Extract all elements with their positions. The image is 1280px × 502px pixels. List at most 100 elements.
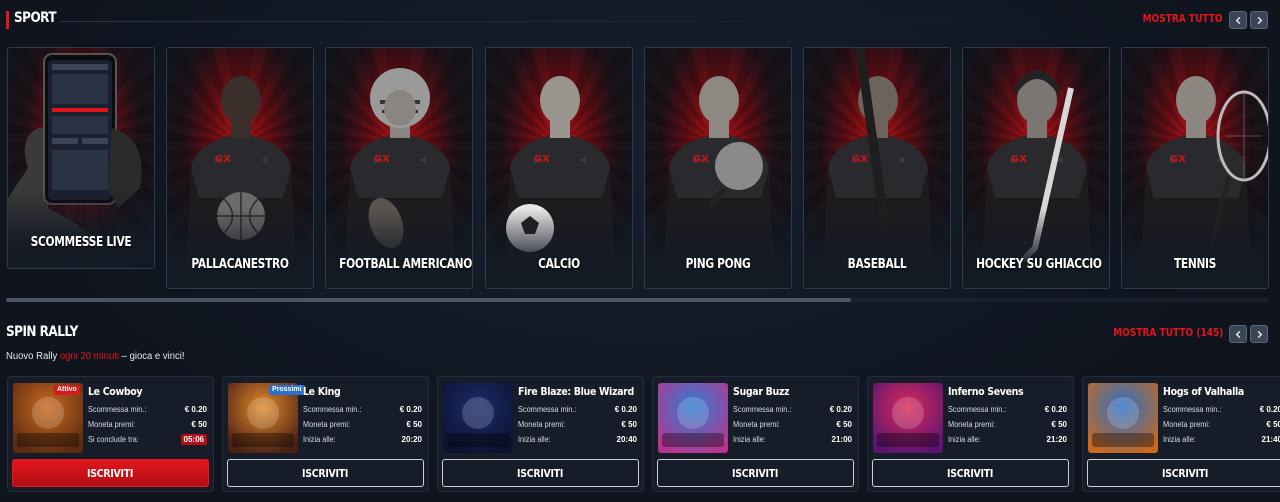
svg-text:GX: GX — [693, 154, 709, 165]
card-fade — [804, 208, 950, 288]
divider — [60, 21, 1160, 22]
sport-header: SPORT MOSTRA TUTTO — [0, 8, 1280, 34]
svg-text:GX: GX — [534, 154, 550, 165]
rally-info-value: € 0.20 — [1259, 405, 1280, 414]
sport-card[interactable]: GX CALCIO — [485, 47, 633, 289]
rally-info-row: Moneta premi: € 50 — [733, 419, 852, 430]
game-thumbnail[interactable] — [873, 383, 943, 453]
rally-info-key: Inizia alle: — [948, 435, 981, 444]
rally-info-key: Moneta premi: — [518, 420, 566, 429]
chevron-right-icon — [1257, 330, 1262, 338]
game-thumbnail[interactable] — [658, 383, 728, 453]
rally-status-badge: Prossimi — [269, 385, 305, 395]
game-title: Hogs of Valhalla — [1163, 385, 1244, 398]
sport-next-button[interactable] — [1250, 11, 1268, 29]
sport-card[interactable]: GX PING PONG — [644, 47, 792, 289]
rally-info-row: Si conclude tra: 05:06 — [88, 434, 207, 445]
game-thumbnail[interactable] — [1088, 383, 1158, 453]
join-rally-button[interactable]: ISCRIVITI — [442, 459, 639, 487]
join-rally-label: ISCRIVITI — [302, 466, 349, 480]
rally-info-row: Inizia alle: 21:00 — [733, 434, 852, 445]
rally-info-key: Moneta premi: — [733, 420, 781, 429]
game-thumbnail[interactable] — [443, 383, 513, 453]
spin-rally-title: SPIN RALLY — [6, 324, 78, 340]
rally-info-key: Moneta premi: — [303, 420, 351, 429]
rally-info-key: Inizia alle: — [1163, 435, 1196, 444]
rally-info-row: Scommessa min.: € 0.20 — [1163, 404, 1280, 415]
rally-info-row: Scommessa min.: € 0.20 — [948, 404, 1067, 415]
rally-info-row: Moneta premi: € 50 — [1163, 419, 1280, 430]
rally-info-key: Scommessa min.: — [733, 405, 792, 414]
subtitle-text-end: – gioca e vinci! — [119, 351, 185, 362]
rally-info-value: € 0.20 — [829, 405, 852, 414]
join-rally-button[interactable]: ISCRIVITI — [227, 459, 424, 487]
rally-info-value: € 50 — [836, 420, 852, 429]
rally-info-row: Inizia alle: 20:40 — [518, 434, 637, 445]
svg-text:GX: GX — [215, 154, 231, 165]
spin-prev-button[interactable] — [1229, 325, 1247, 343]
sport-card-label: PING PONG — [685, 257, 751, 272]
join-rally-label: ISCRIVITI — [517, 466, 564, 480]
rally-info-key: Moneta premi: — [948, 420, 996, 429]
rally-info-row: Moneta premi: € 50 — [948, 419, 1067, 430]
join-rally-label: ISCRIVITI — [87, 466, 134, 480]
rally-info-value: € 0.20 — [1044, 405, 1067, 414]
rally-info-row: Moneta premi: € 50 — [303, 419, 422, 430]
sport-prev-button[interactable] — [1229, 11, 1247, 29]
game-title: Le King — [303, 385, 341, 398]
join-rally-button[interactable]: ISCRIVITI — [1087, 459, 1280, 487]
subtitle-text: Nuovo Rally — [6, 351, 60, 362]
game-art — [1092, 397, 1154, 447]
rally-info-row: Inizia alle: 21:20 — [948, 434, 1067, 445]
game-title: Le Cowboy — [88, 385, 143, 398]
join-rally-button[interactable]: ISCRIVITI — [872, 459, 1069, 487]
join-rally-button[interactable]: ISCRIVITI — [12, 459, 209, 487]
rally-card: Fire Blaze: Blue Wizard Scommessa min.: … — [437, 376, 644, 492]
game-title: Inferno Sevens — [948, 385, 1024, 398]
sport-show-all-link[interactable]: MOSTRA TUTTO — [1143, 12, 1223, 25]
spin-next-button[interactable] — [1250, 325, 1268, 343]
svg-text:GX: GX — [1011, 154, 1027, 165]
rally-info-key: Scommessa min.: — [303, 405, 362, 414]
carousel-scrollbar[interactable] — [6, 298, 1268, 302]
game-art — [877, 397, 939, 447]
join-rally-button[interactable]: ISCRIVITI — [657, 459, 854, 487]
sport-card[interactable]: GX TENNIS — [1121, 47, 1269, 289]
rally-info-key: Scommessa min.: — [1163, 405, 1222, 414]
rally-info-value: 20:20 — [401, 435, 422, 444]
rally-info-key: Scommessa min.: — [948, 405, 1007, 414]
rally-info-key: Si conclude tra: — [88, 435, 139, 444]
section-accent-bar — [6, 11, 9, 29]
svg-text:GX: GX — [852, 154, 868, 165]
rally-info-value: 20:40 — [616, 435, 637, 444]
rally-info-key: Inizia alle: — [733, 435, 766, 444]
svg-text:GX: GX — [374, 154, 390, 165]
rally-card: Attivo Le Cowboy Scommessa min.: € 0.20 … — [7, 376, 214, 492]
rally-info-value: € 50 — [406, 420, 422, 429]
game-art — [447, 397, 509, 447]
rally-info-value: € 50 — [191, 420, 207, 429]
rally-info-value: € 0.20 — [399, 405, 422, 414]
sport-card-label: SCOMMESSE LIVE — [30, 235, 132, 250]
rally-info-key: Scommessa min.: — [518, 405, 577, 414]
sport-card-label: PALLACANESTRO — [191, 257, 289, 272]
card-fade — [167, 208, 313, 288]
join-rally-label: ISCRIVITI — [1162, 466, 1209, 480]
sport-card[interactable]: GX PALLACANESTRO — [166, 47, 314, 289]
rally-card: Prossimi Le King Scommessa min.: € 0.20 … — [222, 376, 429, 492]
svg-text:GX: GX — [1170, 154, 1186, 165]
sport-card[interactable]: GX BASEBALL — [803, 47, 951, 289]
rally-card: Sugar Buzz Scommessa min.: € 0.20 Moneta… — [652, 376, 859, 492]
rally-info-row: Scommessa min.: € 0.20 — [733, 404, 852, 415]
sport-card[interactable]: GX FOOTBALL AMERICANO — [325, 47, 473, 289]
sport-card[interactable]: SCOMMESSE LIVE — [7, 47, 155, 269]
spin-rally-show-all-link[interactable]: MOSTRA TUTTO (145) — [1113, 326, 1223, 339]
scrollbar-thumb[interactable] — [6, 298, 851, 302]
rally-info-row: Moneta premi: € 50 — [88, 419, 207, 430]
sport-card[interactable]: GX HOCKEY SU GHIACCIO — [962, 47, 1110, 289]
rally-info-row: Inizia alle: 21:40 — [1163, 434, 1280, 445]
rally-info-key: Moneta premi: — [1163, 420, 1211, 429]
card-fade — [963, 208, 1109, 288]
spin-rally-header: SPIN RALLY MOSTRA TUTTO (145) — [0, 322, 1280, 348]
join-rally-label: ISCRIVITI — [947, 466, 994, 480]
